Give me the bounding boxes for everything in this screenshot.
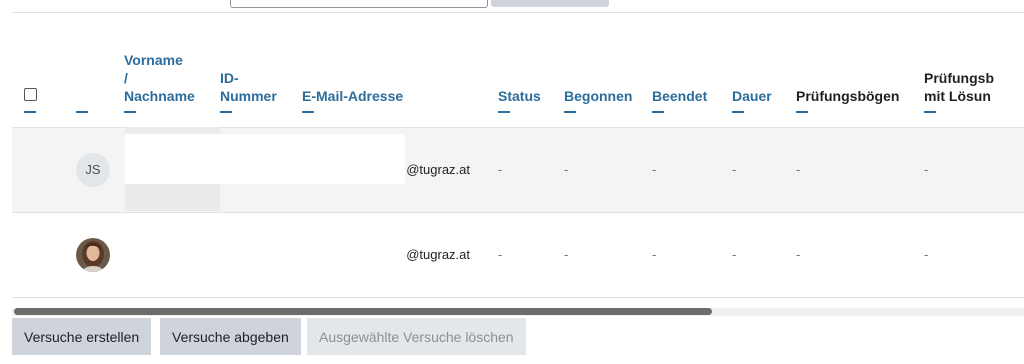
name-header-last[interactable]: Nachname (124, 88, 195, 104)
name-cell[interactable] (112, 212, 208, 297)
redaction-block (125, 184, 220, 211)
email-text: @tugraz.at (406, 162, 470, 177)
finished-cell: - (652, 162, 657, 177)
name-header-first[interactable]: Vorname (124, 52, 183, 68)
id-header-line2: Nummer (220, 87, 277, 104)
redaction-block (125, 134, 405, 184)
page: Vorname / Nachname ID- Nummer E-Mail-Adr… (0, 0, 1024, 364)
horizontal-scrollbar-thumb[interactable] (14, 308, 712, 315)
select-all-checkbox[interactable] (24, 87, 37, 101)
collapse-dash[interactable] (652, 110, 664, 113)
status-cell: - (498, 162, 503, 177)
select-cell (12, 127, 64, 212)
started-cell: - (564, 162, 569, 177)
avatar-initials: JS (85, 162, 101, 177)
started-header[interactable]: Begonnen (552, 13, 640, 127)
solutions-header: Prüfungsb mit Lösun (912, 13, 1024, 127)
status-header-label: Status (498, 87, 541, 104)
email-header-label: E-Mail-Adresse (302, 87, 404, 104)
filter-input[interactable] (230, 0, 488, 8)
table-row: @tugraz.at - - - - - - (12, 212, 1024, 297)
status-cell: - (498, 247, 503, 262)
collapse-dash[interactable] (498, 110, 510, 113)
collapse-dash[interactable] (124, 110, 136, 113)
sheets-header: Prüfungsbögen (784, 13, 912, 127)
started-header-label: Begonnen (564, 87, 633, 104)
avatar-cell: JS (64, 127, 112, 212)
name-header-sep: / (124, 69, 128, 86)
duration-cell: - (732, 162, 737, 177)
select-all-header (12, 13, 64, 127)
avatar-cell (64, 212, 112, 297)
delete-selected-attempts-button[interactable]: Ausgewählte Versuche löschen (307, 318, 526, 355)
table-header-row: Vorname / Nachname ID- Nummer E-Mail-Adr… (12, 13, 1024, 127)
name-header[interactable]: Vorname / Nachname (112, 13, 208, 127)
started-cell: - (564, 247, 569, 262)
duration-header[interactable]: Dauer (720, 13, 784, 127)
finished-cell: - (652, 247, 657, 262)
solutions-cell: - (924, 247, 929, 262)
id-header[interactable]: ID- Nummer (208, 13, 290, 127)
sheets-header-label: Prüfungsbögen (796, 87, 900, 104)
collapse-dash[interactable] (24, 110, 36, 113)
collapse-dash[interactable] (220, 110, 232, 113)
finished-header-label: Beendet (652, 87, 708, 104)
submit-attempts-button[interactable]: Versuche abgeben (160, 318, 301, 355)
duration-cell: - (732, 247, 737, 262)
id-header-line1: ID- (220, 69, 239, 86)
duration-header-label: Dauer (732, 87, 772, 104)
email-cell: @tugraz.at (290, 212, 486, 297)
finished-header[interactable]: Beendet (640, 13, 720, 127)
sheets-cell: - (796, 247, 801, 262)
avatar-header (64, 13, 112, 127)
collapse-dash[interactable] (76, 110, 88, 113)
collapse-dash[interactable] (796, 110, 808, 113)
email-header[interactable]: E-Mail-Adresse (290, 13, 486, 127)
collapse-dash[interactable] (564, 110, 576, 113)
solutions-header-line2: mit Lösun (924, 87, 991, 104)
status-header[interactable]: Status (486, 13, 552, 127)
email-text: @tugraz.at (406, 247, 470, 262)
solutions-header-line1: Prüfungsb (924, 69, 994, 86)
avatar[interactable] (76, 237, 110, 272)
collapse-dash[interactable] (732, 110, 744, 113)
user-photo-icon (76, 237, 110, 272)
filter-button[interactable] (491, 0, 609, 7)
collapse-dash[interactable] (302, 110, 314, 113)
solutions-cell: - (924, 162, 929, 177)
create-attempts-button[interactable]: Versuche erstellen (12, 318, 152, 355)
select-cell (12, 212, 64, 297)
sheets-cell: - (796, 162, 801, 177)
redaction-block (125, 127, 220, 134)
collapse-dash[interactable] (924, 110, 936, 113)
avatar[interactable]: JS (76, 152, 110, 187)
id-cell (208, 212, 290, 297)
